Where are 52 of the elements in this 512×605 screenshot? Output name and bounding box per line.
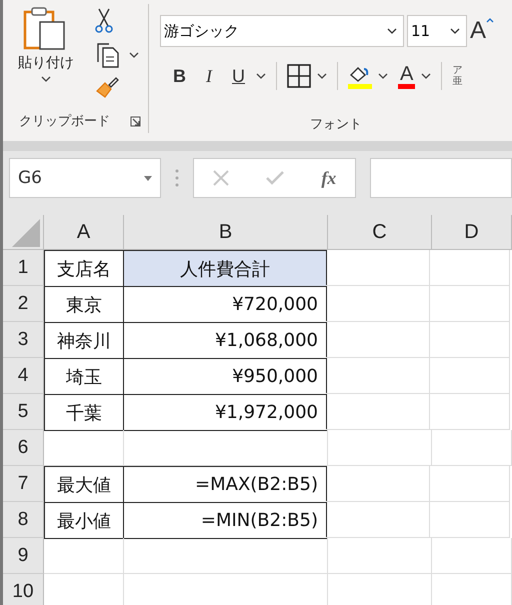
column-header[interactable]: A: [44, 215, 124, 249]
insert-function-button[interactable]: fx: [321, 168, 336, 188]
drag-handle-icon[interactable]: [175, 168, 179, 188]
row-header[interactable]: 6: [3, 430, 44, 466]
name-box[interactable]: G6: [9, 158, 161, 198]
chevron-icon[interactable]: [256, 73, 266, 79]
scissors-icon[interactable]: [95, 8, 113, 34]
group-label: フォント: [310, 116, 362, 133]
chevron-icon[interactable]: [450, 28, 460, 34]
italic-button[interactable]: I: [201, 66, 217, 86]
check-icon[interactable]: [266, 171, 284, 185]
row-header[interactable]: 5: [3, 394, 44, 430]
row-header[interactable]: 7: [3, 466, 44, 502]
column-header[interactable]: C: [328, 215, 432, 249]
row-header[interactable]: 10: [3, 574, 44, 605]
column-header[interactable]: B: [124, 215, 328, 249]
row-header[interactable]: 1: [3, 250, 44, 286]
chevron-icon[interactable]: [387, 28, 397, 34]
table-cell: =MAX(B2:B5): [123, 466, 327, 503]
row-header[interactable]: 2: [3, 286, 44, 322]
borders-icon[interactable]: [287, 64, 311, 88]
table-cell: 最小値: [44, 502, 124, 539]
row-header[interactable]: 9: [3, 538, 44, 574]
font-color-button[interactable]: A: [398, 64, 416, 88]
underline-button[interactable]: U: [227, 66, 250, 86]
row-header[interactable]: 4: [3, 358, 44, 394]
bold-button[interactable]: B: [168, 66, 191, 86]
table-cell: 人件費合計: [123, 250, 327, 287]
row-header[interactable]: 3: [3, 322, 44, 358]
chevron-icon: [41, 76, 51, 82]
table-cell: 千葉: [44, 394, 124, 431]
dialog-launcher-icon[interactable]: [130, 116, 141, 126]
copy-icon[interactable]: [95, 42, 121, 68]
chevron-icon[interactable]: [378, 73, 388, 79]
group-label: クリップボード: [19, 113, 110, 130]
column-header[interactable]: D: [432, 215, 512, 249]
paintbrush-icon[interactable]: [95, 76, 119, 98]
phonetic-button[interactable]: ア 亜: [452, 65, 462, 87]
row-header[interactable]: 8: [3, 502, 44, 538]
dropdown-arrow-icon[interactable]: [144, 176, 152, 180]
chevron-icon[interactable]: [129, 52, 139, 58]
font-name-dropdown[interactable]: 游ゴシック: [160, 15, 404, 47]
caret-icon: [486, 17, 494, 23]
table-cell: =MIN(B2:B5): [123, 502, 327, 539]
table-cell: ¥1,972,000: [123, 394, 327, 431]
paste-button[interactable]: 貼り付け: [17, 6, 75, 112]
chevron-icon[interactable]: [421, 73, 432, 79]
table-cell: 最大値: [44, 466, 124, 503]
chevron-icon[interactable]: [317, 73, 327, 79]
formula-input[interactable]: [370, 158, 512, 198]
grow-font-button[interactable]: A: [470, 17, 494, 45]
font-size-dropdown[interactable]: 11: [407, 15, 467, 47]
